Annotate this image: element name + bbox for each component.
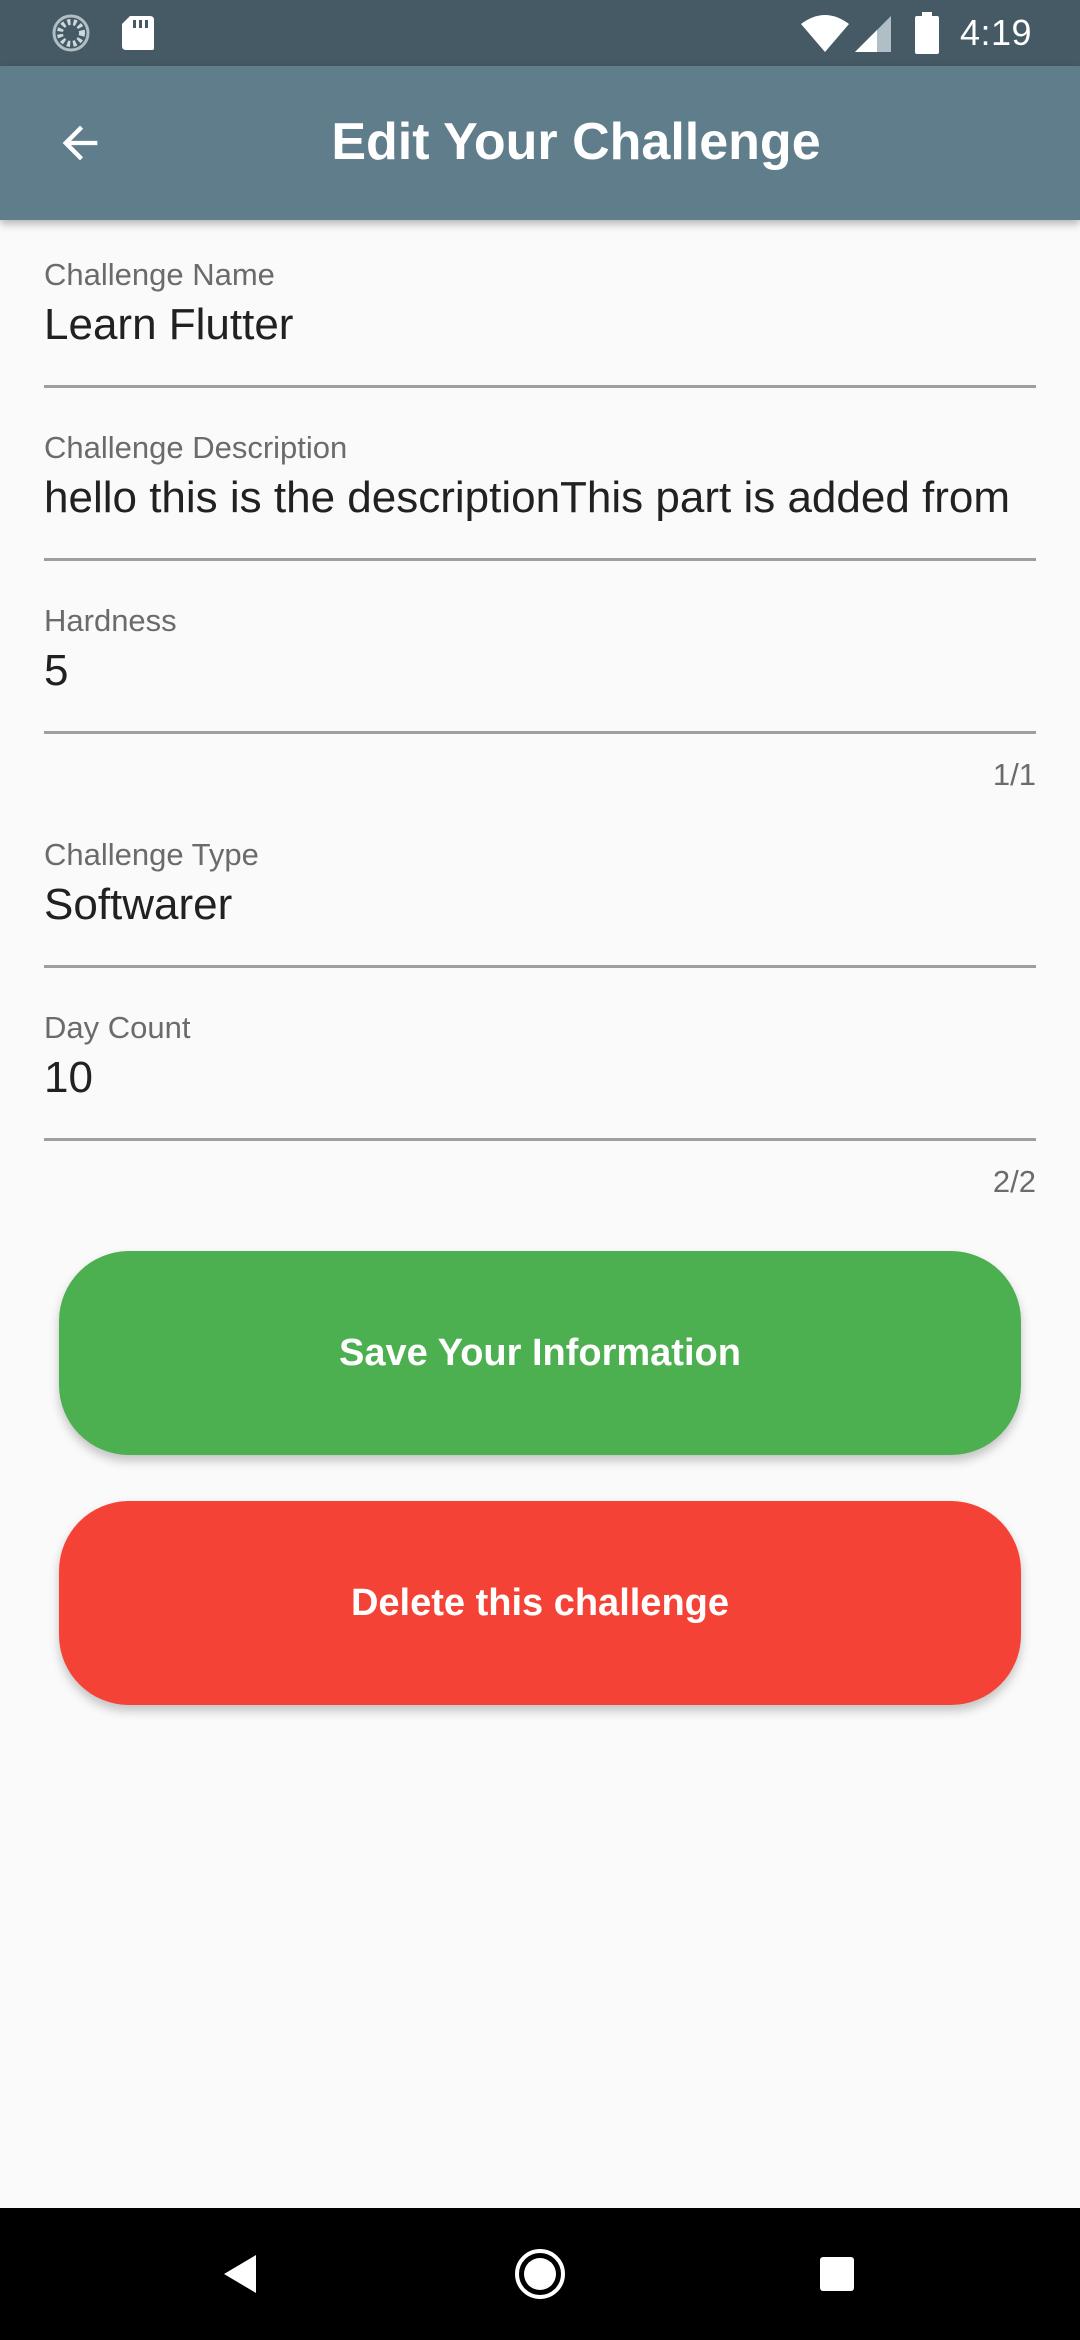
hardness-underline (44, 731, 1036, 734)
hardness-counter: 1/1 (992, 757, 1036, 792)
cell-signal-icon (855, 16, 891, 52)
day-count-label: Day Count (44, 1010, 191, 1045)
hardness-label: Hardness (44, 603, 177, 638)
challenge-description-input[interactable]: hello this is the descriptionThis part i… (44, 470, 1036, 526)
challenge-name-underline (44, 385, 1036, 388)
challenge-type-label: Challenge Type (44, 837, 259, 872)
page-title: Edit Your Challenge (331, 113, 821, 171)
challenge-type-underline (44, 965, 1036, 968)
hardness-input[interactable]: 5 (44, 643, 1036, 699)
nav-back-icon (224, 2255, 256, 2293)
nav-home-icon (515, 2249, 565, 2299)
status-bar: 4:19 (0, 0, 1080, 66)
delete-button-label: Delete this challenge (350, 1581, 729, 1624)
challenge-name-input[interactable]: Learn Flutter (44, 297, 1036, 353)
save-button-label: Save Your Information (339, 1331, 741, 1374)
nav-home-button[interactable] (500, 2234, 580, 2314)
challenge-name-label: Challenge Name (44, 257, 275, 292)
nav-recents-icon (820, 2257, 854, 2291)
save-button[interactable]: Save Your Information (59, 1251, 1021, 1455)
app-bar: Edit Your Challenge (0, 66, 1080, 220)
nav-recents-button[interactable] (797, 2234, 877, 2314)
challenge-type-input[interactable]: Softwarer (44, 877, 1036, 933)
loading-spinner-icon (52, 14, 90, 52)
status-time: 4:19 (960, 12, 1033, 53)
nav-back-button[interactable] (200, 2234, 280, 2314)
sd-card-icon (122, 16, 154, 50)
day-count-counter: 2/2 (992, 1164, 1036, 1199)
challenge-description-underline (44, 558, 1036, 561)
day-count-underline (44, 1138, 1036, 1141)
delete-button[interactable]: Delete this challenge (59, 1501, 1021, 1705)
challenge-description-label: Challenge Description (44, 430, 348, 465)
system-nav-bar (0, 2208, 1080, 2340)
battery-icon (915, 12, 939, 54)
wifi-icon (801, 15, 849, 52)
day-count-input[interactable]: 10 (44, 1050, 1036, 1106)
